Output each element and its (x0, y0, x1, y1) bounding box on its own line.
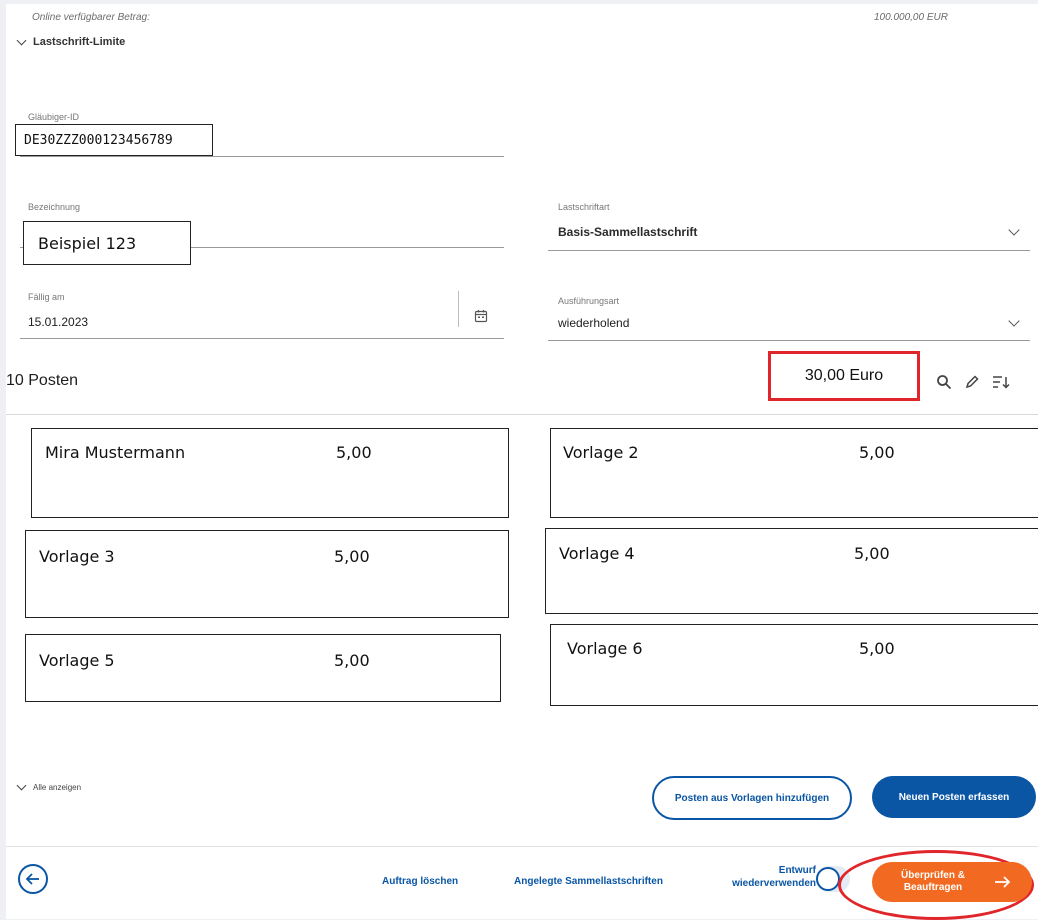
reuse-draft-line1: Entwurf (778, 865, 816, 876)
debit-type-select[interactable] (548, 212, 1030, 250)
item-amount: 5,00 (334, 651, 370, 670)
chevron-down-icon (16, 35, 27, 45)
toggle-knob (816, 867, 840, 891)
due-date-underline (20, 338, 504, 339)
back-button[interactable] (18, 864, 48, 894)
submit-button[interactable]: Überprüfen & Beauftragen (872, 862, 1032, 902)
divider (458, 291, 459, 327)
creditor-id-label: Gläubiger-ID (28, 112, 80, 122)
delete-order-link[interactable]: Auftrag löschen (382, 876, 458, 887)
creditor-id-underline (20, 156, 504, 157)
show-all-label: Alle anzeigen (33, 783, 82, 792)
item-amount: 5,00 (334, 547, 370, 566)
list-item[interactable]: Vorlage 2 5,00 (550, 428, 1038, 518)
items-count: 10 Posten (6, 372, 79, 389)
created-collections-link[interactable]: Angelegte Sammellastschriften (514, 876, 663, 887)
execution-type-select[interactable] (548, 302, 1030, 340)
arrow-left-icon (25, 873, 39, 885)
item-amount: 5,00 (854, 544, 890, 563)
description-field[interactable]: Beispiel 123 (23, 221, 191, 265)
item-amount: 5,00 (859, 443, 895, 462)
list-item[interactable]: Vorlage 6 5,00 (550, 624, 1038, 706)
arrow-right-icon (995, 876, 1011, 888)
divider (6, 846, 1038, 847)
description-label: Bezeichnung (28, 202, 81, 212)
submit-label: Überprüfen & Beauftragen (872, 870, 994, 894)
page: Online verfügbarer Betrag: 100.000,00 EU… (6, 4, 1038, 920)
add-from-templates-button[interactable]: Posten aus Vorlagen hinzufügen (652, 776, 852, 820)
search-icon[interactable] (936, 374, 952, 390)
submit-line1: Überprüfen & (901, 870, 965, 881)
item-name: Vorlage 2 (563, 443, 639, 462)
item-name: Vorlage 3 (39, 547, 115, 566)
debit-type-label: Lastschriftart (558, 202, 610, 212)
sort-icon[interactable] (992, 374, 1010, 390)
item-amount: 5,00 (859, 639, 895, 658)
due-date-label: Fällig am (28, 292, 65, 302)
limit-section-toggle[interactable]: Lastschrift-Limite (16, 35, 126, 48)
reuse-draft-label: Entwurf wiederverwenden (704, 864, 816, 890)
item-name: Vorlage 6 (567, 639, 643, 658)
limit-section-label: Lastschrift-Limite (33, 36, 126, 48)
calendar-icon[interactable] (474, 309, 488, 323)
item-name: Vorlage 4 (559, 544, 635, 563)
debit-type-underline (548, 250, 1030, 251)
available-amount-label: Online verfügbarer Betrag: (32, 12, 150, 23)
due-date-value[interactable]: 15.01.2023 (28, 315, 88, 329)
list-item[interactable]: Vorlage 4 5,00 (545, 528, 1038, 614)
submit-line2: Beauftragen (903, 882, 963, 893)
list-item[interactable]: Vorlage 5 5,00 (25, 634, 501, 702)
chevron-down-icon (16, 780, 27, 791)
edit-pencil-icon[interactable] (964, 374, 980, 390)
creditor-id-field[interactable]: DE30ZZZ000123456789 (15, 124, 213, 156)
item-name: Vorlage 5 (39, 651, 115, 670)
execution-type-underline (548, 340, 1030, 341)
reuse-draft-line2: wiederverwenden (732, 878, 816, 889)
new-item-button[interactable]: Neuen Posten erfassen (872, 776, 1036, 818)
show-all-toggle[interactable]: Alle anzeigen (16, 780, 82, 792)
list-item[interactable]: Vorlage 3 5,00 (25, 530, 509, 618)
item-name: Mira Mustermann (45, 443, 186, 462)
available-amount-value: 100.000,00 EUR (874, 12, 948, 23)
divider (6, 414, 1038, 415)
item-amount: 5,00 (336, 443, 372, 462)
list-item[interactable]: Mira Mustermann 5,00 (31, 428, 509, 518)
items-total: 30,00 Euro (768, 351, 920, 401)
